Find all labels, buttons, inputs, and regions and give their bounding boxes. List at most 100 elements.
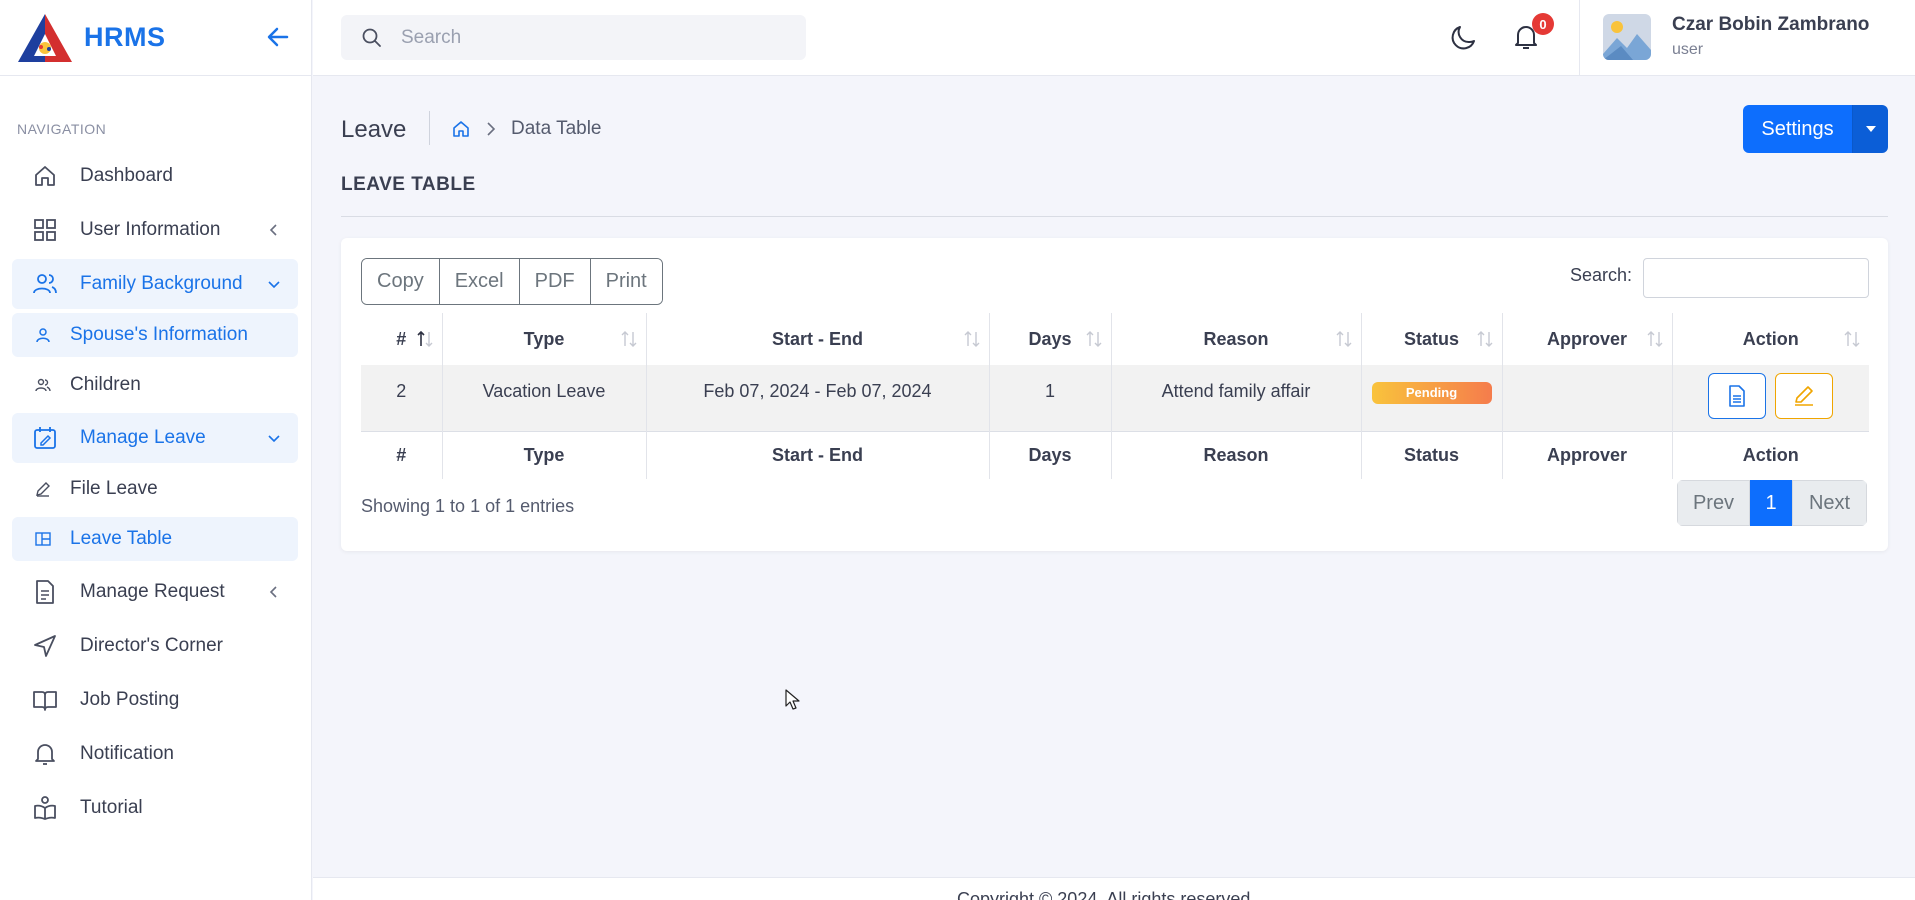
- next-page-button[interactable]: Next: [1792, 480, 1867, 526]
- footer-start-end: Start - End: [646, 430, 990, 479]
- search-input[interactable]: [401, 26, 781, 49]
- sidebar-item-dashboard[interactable]: Dashboard: [12, 151, 298, 201]
- column-header-action[interactable]: Action: [1672, 313, 1869, 365]
- sidebar-item-manage-leave[interactable]: Manage Leave: [12, 413, 298, 463]
- column-header-reason[interactable]: Reason: [1111, 313, 1362, 365]
- user-divider: [1579, 0, 1580, 76]
- cell-num: 2: [361, 365, 443, 431]
- cell-reason: Attend family affair: [1111, 365, 1362, 431]
- sidebar-subitem-file-leave[interactable]: File Leave: [12, 467, 298, 511]
- pdf-button[interactable]: PDF: [519, 259, 591, 304]
- column-header-start-end[interactable]: Start - End: [646, 313, 990, 365]
- export-button-group: Copy Excel PDF Print: [361, 258, 663, 305]
- sort-icon: [1477, 331, 1492, 347]
- dark-mode-toggle-icon[interactable]: [1449, 22, 1479, 52]
- column-header-approver[interactable]: Approver: [1502, 313, 1673, 365]
- tutorial-icon: [34, 796, 56, 820]
- sidebar-item-family-background[interactable]: Family Background: [12, 259, 298, 309]
- section-title: LEAVE TABLE: [341, 174, 476, 195]
- sidebar-subitem-spouse-information[interactable]: Spouse's Information: [12, 313, 298, 357]
- users-icon: [33, 274, 57, 294]
- page-footer: Copyright © 2024. All rights reserved.: [313, 877, 1915, 900]
- prev-page-button[interactable]: Prev: [1677, 480, 1750, 526]
- sidebar-subitem-label: Children: [70, 374, 141, 395]
- sort-ascending-icon: [416, 330, 432, 347]
- table-row: 2 Vacation Leave Feb 07, 2024 - Feb 07, …: [361, 365, 1869, 431]
- sidebar-item-tutorial[interactable]: Tutorial: [12, 783, 298, 833]
- column-header-label: Days: [1028, 328, 1072, 349]
- search-icon: [362, 28, 381, 47]
- chevron-left-icon: [269, 586, 277, 598]
- sidebar-subitem-leave-table[interactable]: Leave Table: [12, 517, 298, 561]
- document-icon: [1729, 385, 1746, 407]
- sidebar-item-user-information[interactable]: User Information: [12, 205, 298, 255]
- cell-days: 1: [989, 365, 1112, 431]
- breadcrumb-home-icon[interactable]: [451, 119, 471, 139]
- sidebar-item-label: Notification: [80, 743, 174, 764]
- table-search-label: Search:: [1570, 265, 1633, 285]
- sidebar-item-label: Director's Corner: [80, 635, 223, 656]
- footer-status: Status: [1361, 430, 1503, 479]
- excel-button[interactable]: Excel: [439, 259, 520, 304]
- avatar[interactable]: [1603, 14, 1651, 60]
- section-divider: [341, 216, 1888, 217]
- table-icon: [35, 532, 51, 546]
- app-name: HRMS: [84, 22, 166, 52]
- sidebar-item-label: Manage Leave: [80, 427, 206, 448]
- column-header-num[interactable]: #: [361, 313, 443, 365]
- send-icon: [34, 635, 56, 657]
- sidebar-item-notification[interactable]: Notification: [12, 729, 298, 779]
- edit-button[interactable]: [1775, 373, 1834, 419]
- copyright-text: Copyright © 2024. All rights reserved.: [957, 889, 1256, 900]
- settings-dropdown-toggle[interactable]: [1852, 105, 1888, 153]
- pencil-icon: [36, 482, 50, 497]
- notification-count-badge: 0: [1532, 13, 1554, 35]
- sidebar-item-label: User Information: [80, 219, 221, 240]
- column-header-label: Action: [1742, 328, 1799, 349]
- column-header-label: Approver: [1546, 328, 1627, 349]
- global-search[interactable]: [341, 15, 806, 60]
- mouse-cursor-icon: [785, 689, 800, 710]
- sidebar-item-manage-request[interactable]: Manage Request: [12, 567, 298, 617]
- calendar-edit-icon: [34, 427, 56, 449]
- sidebar-nav: Dashboard User Information Family Backgr…: [12, 151, 298, 837]
- footer-approver: Approver: [1502, 430, 1673, 479]
- column-header-type[interactable]: Type: [442, 313, 647, 365]
- status-badge: Pending: [1371, 382, 1492, 404]
- sidebar: HRMS NAVIGATION Dashboard User Informati…: [0, 0, 312, 900]
- pagination: Prev 1 Next: [1677, 480, 1867, 526]
- sidebar-item-directors-corner[interactable]: Director's Corner: [12, 621, 298, 671]
- sidebar-item-job-posting[interactable]: Job Posting: [12, 675, 298, 725]
- column-header-status[interactable]: Status: [1361, 313, 1503, 365]
- footer-num: #: [361, 430, 443, 479]
- caret-down-icon: [1865, 126, 1876, 132]
- cell-action: [1672, 365, 1869, 431]
- column-header-label: #: [396, 328, 407, 349]
- view-document-button[interactable]: [1708, 373, 1767, 419]
- page-title: Leave: [341, 116, 407, 143]
- copy-button[interactable]: Copy: [362, 259, 440, 304]
- breadcrumb-current: Data Table: [511, 118, 602, 139]
- sort-icon: [621, 331, 636, 347]
- footer-days: Days: [989, 430, 1112, 479]
- leave-table: # Type Start - End Days Reason Status Ap…: [361, 313, 1869, 479]
- settings-button[interactable]: Settings: [1743, 105, 1852, 153]
- user-icon: [36, 328, 50, 343]
- cell-dates: Feb 07, 2024 - Feb 07, 2024: [646, 365, 990, 431]
- children-icon: [35, 378, 51, 392]
- column-header-label: Type: [523, 328, 565, 349]
- sort-icon: [964, 331, 979, 347]
- sort-icon: [1336, 331, 1351, 347]
- sidebar-subitem-children[interactable]: Children: [12, 363, 298, 407]
- user-name: Czar Bobin Zambrano: [1672, 14, 1870, 35]
- page-1-button[interactable]: 1: [1750, 480, 1792, 526]
- print-button[interactable]: Print: [590, 259, 662, 304]
- chevron-left-icon: [269, 224, 277, 236]
- collapse-sidebar-arrow-icon[interactable]: [264, 23, 292, 51]
- table-search-input[interactable]: [1643, 258, 1869, 298]
- user-role: user: [1672, 41, 1704, 58]
- column-header-days[interactable]: Days: [989, 313, 1112, 365]
- table-info: Showing 1 to 1 of 1 entries: [361, 496, 575, 516]
- title-divider: [429, 111, 430, 145]
- footer-action: Action: [1672, 430, 1869, 479]
